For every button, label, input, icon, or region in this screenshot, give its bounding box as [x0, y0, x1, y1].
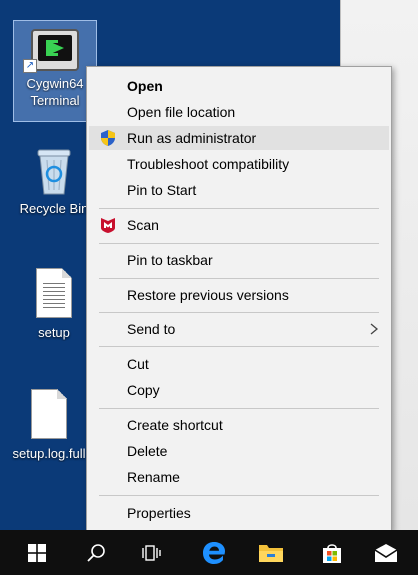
menu-item-label: Cut	[127, 356, 149, 372]
menu-separator	[99, 408, 379, 409]
menu-item-rename[interactable]: Rename	[89, 465, 389, 489]
desktop-icon-recycle-bin[interactable]: Recycle Bin	[12, 140, 96, 217]
menu-separator	[99, 208, 379, 209]
menu-item-label: Delete	[127, 443, 168, 459]
desktop-icon-setup-log[interactable]: setup.log.full	[4, 383, 94, 462]
menu-item-cut[interactable]: Cut	[89, 352, 389, 376]
menu-item-label: Pin to Start	[127, 182, 197, 198]
menu-item-label: Pin to taskbar	[127, 252, 213, 268]
menu-item-label: Scan	[127, 217, 159, 233]
menu-separator	[99, 243, 379, 244]
menu-item-label: Create shortcut	[127, 417, 223, 433]
desktop-icon-label: setup	[38, 325, 70, 340]
menu-item-copy[interactable]: Copy	[89, 378, 389, 402]
menu-item-create-shortcut[interactable]: Create shortcut	[89, 413, 389, 437]
menu-separator	[99, 346, 379, 347]
desktop-icon-label: Cygwin64	[26, 76, 84, 91]
terminal-icon: ↗	[23, 29, 79, 73]
menu-separator	[99, 278, 379, 279]
task-view-icon[interactable]	[128, 530, 176, 575]
store-icon[interactable]	[308, 530, 356, 575]
menu-item-send-to[interactable]: Send to	[89, 317, 389, 341]
menu-item-scan[interactable]: Scan	[89, 213, 389, 237]
menu-item-open-file-location[interactable]: Open file location	[89, 100, 389, 124]
menu-item-properties[interactable]: Properties	[89, 501, 389, 525]
mail-icon[interactable]	[362, 530, 410, 575]
menu-item-label: Send to	[127, 321, 176, 337]
menu-item-pin-to-taskbar[interactable]: Pin to taskbar	[89, 248, 389, 272]
taskbar	[0, 530, 418, 575]
desktop-icon-label: Recycle Bin	[19, 201, 89, 216]
menu-item-pin-to-start[interactable]: Pin to Start	[89, 178, 389, 202]
menu-item-label: Troubleshoot compatibility	[127, 156, 290, 172]
menu-item-label: Properties	[127, 505, 191, 521]
menu-item-troubleshoot-compatibility[interactable]: Troubleshoot compatibility	[89, 152, 389, 176]
menu-item-label: Restore previous versions	[127, 287, 289, 303]
menu-item-open[interactable]: Open	[89, 74, 389, 98]
shortcut-arrow-icon: ↗	[23, 59, 37, 73]
document-icon	[36, 268, 72, 318]
edge-icon[interactable]	[190, 530, 238, 575]
menu-separator	[99, 495, 379, 496]
menu-separator	[99, 312, 379, 313]
desktop-icon-label: setup.log.full	[12, 446, 86, 461]
search-icon[interactable]	[72, 530, 120, 575]
context-menu: Open Open file location Run as administr…	[86, 66, 392, 532]
blank-file-icon	[31, 389, 67, 439]
desktop-icon-setup[interactable]: setup	[12, 262, 96, 341]
desktop-icon-label: Terminal	[30, 93, 80, 108]
windows-start-icon[interactable]	[13, 530, 61, 575]
menu-item-label: Copy	[127, 382, 160, 398]
uac-shield-icon	[99, 129, 117, 147]
menu-item-label: Open	[127, 78, 163, 94]
file-explorer-icon[interactable]	[247, 530, 295, 575]
desktop-icon-cygwin64-terminal[interactable]: ↗ Cygwin64 Terminal	[13, 20, 97, 122]
chevron-right-icon	[369, 317, 379, 349]
menu-item-run-as-administrator[interactable]: Run as administrator	[89, 126, 389, 150]
mcafee-icon	[99, 216, 117, 234]
menu-item-delete[interactable]: Delete	[89, 439, 389, 463]
recycle-bin-icon	[32, 146, 76, 196]
menu-item-restore-previous-versions[interactable]: Restore previous versions	[89, 283, 389, 307]
menu-item-label: Run as administrator	[127, 130, 257, 146]
menu-item-label: Open file location	[127, 104, 236, 120]
menu-item-label: Rename	[127, 469, 180, 485]
